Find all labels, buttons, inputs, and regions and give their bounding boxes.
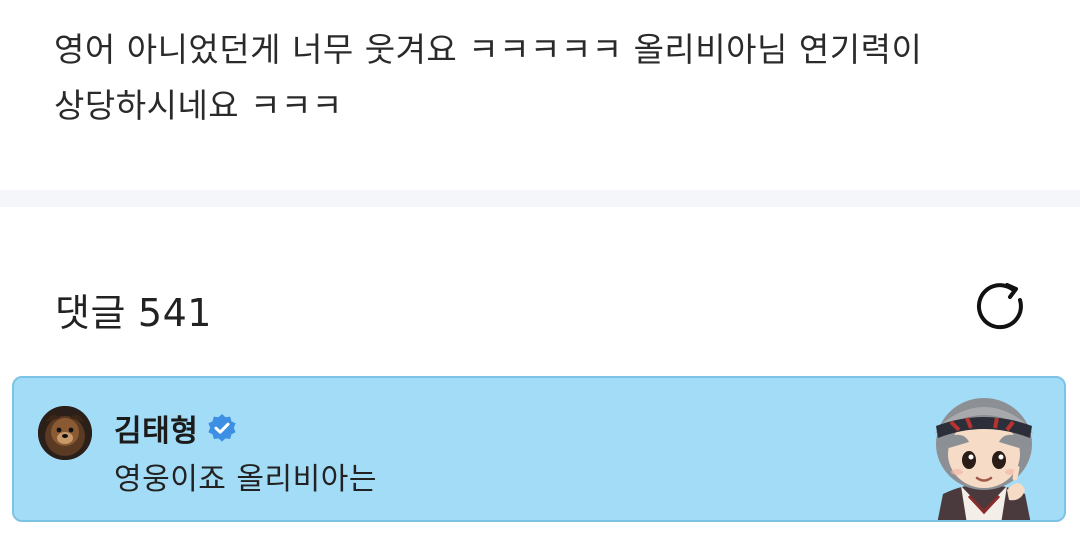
post-body-line-1: 영어 아니었던게 너무 웃겨요 ㅋㅋㅋㅋㅋ 올리비아님 연기력이	[54, 30, 923, 69]
comments-header: 댓글 541	[0, 262, 1080, 352]
verified-badge-icon	[208, 414, 236, 442]
avatar[interactable]	[38, 406, 92, 460]
dog-avatar-icon	[38, 406, 92, 460]
highlighted-comment[interactable]: 김태형 영웅이죠 올리비아는	[12, 376, 1066, 522]
comment-author-row: 김태형	[114, 406, 238, 450]
comments-label: 댓글	[55, 291, 126, 335]
refresh-icon	[976, 283, 1023, 330]
refresh-button[interactable]	[972, 280, 1032, 332]
comments-title: 댓글 541	[55, 282, 212, 337]
comments-count: 541	[137, 291, 212, 335]
character-sticker-icon	[935, 398, 1033, 520]
post-body: 영어 아니었던게 너무 웃겨요 ㅋㅋㅋㅋㅋ 올리비아님 연기력이 상당하시네요 …	[54, 22, 1034, 134]
comment-author[interactable]: 김태형	[114, 406, 198, 450]
section-divider	[0, 190, 1080, 207]
post-body-line-2: 상당하시네요 ㅋㅋㅋ	[54, 86, 343, 125]
comment-text: 영웅이죠 올리비아는	[114, 462, 377, 497]
